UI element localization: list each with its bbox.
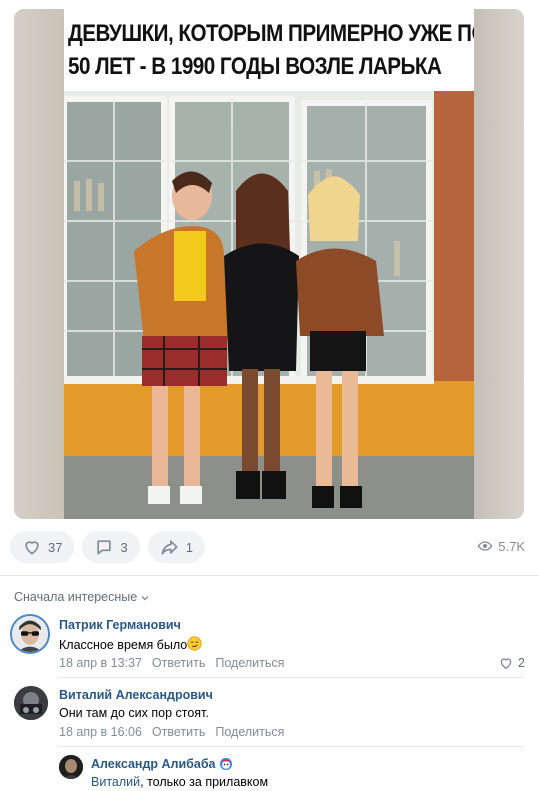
avatar[interactable] [10,614,50,654]
comment-author[interactable]: Виталий Александрович [59,688,213,702]
share-button[interactable]: 1 [147,531,205,563]
heart-icon [500,658,512,670]
comment-text-content: Классное время было [59,638,188,652]
avatar-image [12,616,48,652]
photo: ДЕВУШКИ, КОТОРЫМ ПРИМЕРНО УЖЕ ПО 50 ЛЕТ … [64,9,474,519]
like-button[interactable]: 37 [10,531,75,563]
share-icon [161,540,178,555]
comment-like-count: 2 [518,656,525,670]
reply-text: Виталий, только за прилавком [91,775,268,789]
avatar-image [14,686,48,720]
sticker-badge-icon [219,757,232,771]
image-caption: ДЕВУШКИ, КОТОРЫМ ПРИМЕРНО УЖЕ ПО 50 ЛЕТ … [64,9,474,91]
share-count: 1 [185,539,193,555]
views-counter: 5.7K [477,538,525,554]
comment-meta: 18 апр в 13:37 Ответить Поделиться [59,656,284,670]
reply-button[interactable]: Ответить [152,656,205,670]
smirk-emoji-icon [187,636,202,651]
caption-line-1: ДЕВУШКИ, КОТОРЫМ ПРИМЕРНО УЖЕ ПО [68,20,474,47]
comment-date[interactable]: 18 апр в 13:37 [59,656,142,670]
comment-icon [97,540,112,555]
reply-mention[interactable]: Виталий [91,775,140,789]
kiosk-photo-illustration [64,91,474,519]
share-link[interactable]: Поделиться [215,656,284,670]
comments-sort-dropdown[interactable]: Сначала интересные [14,590,150,604]
reply-author-name[interactable]: Александр Алибаба [91,757,216,771]
caption-line-2: 50 ЛЕТ - В 1990 ГОДЫ ВОЗЛЕ ЛАРЬКА [68,53,442,80]
comment-button[interactable]: 3 [82,531,140,563]
divider [0,575,539,576]
comment-text: Классное время было [59,636,202,652]
chevron-down-icon [141,596,149,601]
reply-text-content: , только за прилавком [140,775,269,789]
post-actions: 37 3 1 [10,531,205,563]
comment-date[interactable]: 18 апр в 16:06 [59,725,142,739]
like-count: 37 [48,539,63,555]
comment-count: 3 [120,539,128,555]
share-link[interactable]: Поделиться [215,725,284,739]
comment-like-button[interactable]: 2 [498,655,525,671]
avatar[interactable] [59,755,83,779]
sort-label: Сначала интересные [14,590,138,604]
comment-separator [59,746,524,747]
image-blur-right [474,9,524,519]
reply-author: Александр Алибаба [91,757,233,771]
heart-icon [25,541,39,555]
image-blur-left [14,9,64,519]
avatar-image [59,755,83,779]
comment-meta: 18 апр в 16:06 Ответить Поделиться [59,725,284,739]
avatar[interactable] [14,686,48,720]
views-count: 5.7K [498,538,525,554]
reply-button[interactable]: Ответить [152,725,205,739]
comment-separator [59,677,524,678]
eye-icon [477,541,493,551]
comment-text: Они там до сих пор стоят. [59,706,209,720]
comment-author[interactable]: Патрик Германович [59,618,181,632]
post-image[interactable]: ДЕВУШКИ, КОТОРЫМ ПРИМЕРНО УЖЕ ПО 50 ЛЕТ … [14,9,524,519]
